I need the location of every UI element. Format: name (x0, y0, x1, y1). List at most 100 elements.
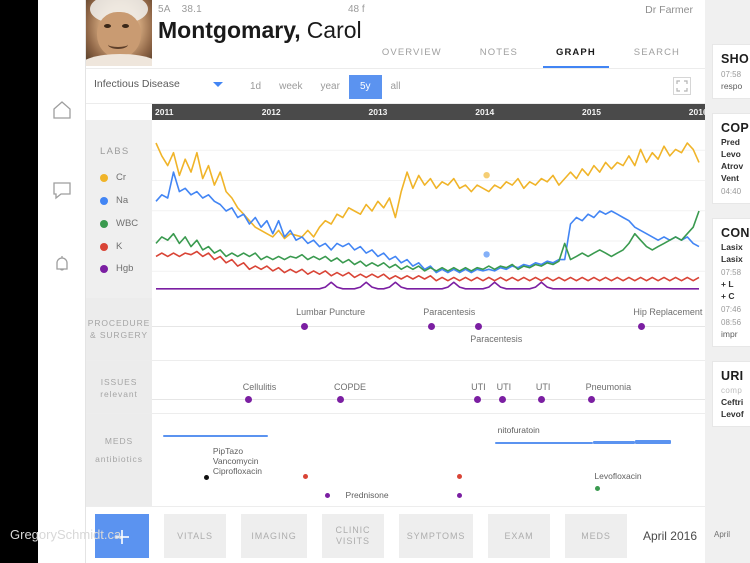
med-duration-bar[interactable] (635, 440, 670, 444)
data-point-marker[interactable] (483, 172, 489, 178)
year-tick-2011: 2011 (155, 107, 173, 117)
procedure-label-line2: & SURGERY (86, 330, 152, 340)
range-5y[interactable]: 5y (349, 75, 382, 99)
chat-icon[interactable] (50, 178, 74, 202)
med-event-dot[interactable] (595, 486, 600, 491)
med-duration-bar[interactable] (495, 442, 593, 444)
right-panel-line: + L (721, 279, 750, 289)
right-panel-line: 07:58 (721, 70, 750, 79)
bottom-chip-clinic-visits[interactable]: CLINICVISITS (322, 514, 384, 558)
procedure-surgery-section: PROCEDURE & SURGERY Lumbar PunctureParac… (86, 298, 705, 360)
filter-dropdown[interactable]: Infectious Disease (94, 78, 223, 90)
procedure-event-dot[interactable] (475, 323, 482, 330)
med-label-line: nitofuratoin (498, 425, 540, 435)
bell-icon[interactable] (50, 252, 74, 276)
med-event-dot[interactable] (204, 475, 209, 480)
range-year[interactable]: year (311, 76, 348, 98)
legend-dot-k (100, 243, 108, 251)
bottom-chip-imaging[interactable]: IMAGING (241, 514, 307, 558)
med-event-dot[interactable] (325, 493, 330, 498)
right-panel-card-heading: COP (721, 121, 750, 135)
right-panel-card[interactable]: COPPredLevoAtrovVent04:40 (712, 113, 750, 204)
issue-event-dot[interactable] (538, 396, 545, 403)
right-panel-line: Lasix (721, 254, 750, 264)
right-panel-card[interactable]: URIcompCeftriLevof (712, 361, 750, 427)
issue-event-dot[interactable] (588, 396, 595, 403)
issue-event-dot[interactable] (245, 396, 252, 403)
legend-label-na: Na (116, 195, 128, 206)
issue-event-dot[interactable] (474, 396, 481, 403)
left-rail (38, 0, 86, 563)
issues-label-line2: relevant (86, 389, 152, 399)
right-panel-date: April (714, 530, 730, 539)
issues-timeline: CellulitisCOPDEUTIUTIUTIPneumonia (152, 361, 705, 413)
labs-plot-area (152, 120, 705, 298)
current-date-label: April 2016 (643, 529, 697, 543)
bottom-chip-symptoms[interactable]: SYMPTOMS (399, 514, 473, 558)
med-event-dot[interactable] (457, 493, 462, 498)
legend-item-cr[interactable]: Cr (100, 172, 126, 183)
year-tick-2012: 2012 (262, 107, 281, 117)
right-panel-card[interactable]: SHO07:58respo (712, 44, 750, 99)
avatar (86, 0, 152, 66)
bottom-chip-meds[interactable]: MEDS (565, 514, 627, 558)
right-panel-card[interactable]: CONLasixLasix07:58+ L+ C07:4608:56impr (712, 218, 750, 347)
med-label-line: PipTazo (213, 446, 262, 456)
range-all[interactable]: all (382, 76, 410, 98)
patient-header: 5A38.1 48 f Dr Farmer Montgomary,Carol O… (86, 0, 705, 68)
legend-item-k[interactable]: K (100, 241, 122, 252)
issues-label: ISSUES relevant (86, 361, 152, 413)
right-panel-line: Levo (721, 149, 750, 159)
home-icon[interactable] (50, 98, 74, 122)
med-event-dot[interactable] (303, 474, 308, 479)
time-range-group: 1d week year 5y all (241, 69, 410, 105)
procedure-event-dot[interactable] (428, 323, 435, 330)
procedure-event-label: Paracentesis (470, 334, 522, 344)
legend-item-hgb[interactable]: Hgb (100, 263, 133, 274)
bottom-chip-label: IMAGING (251, 531, 296, 542)
issue-event-dot[interactable] (337, 396, 344, 403)
tab-overview[interactable]: OVERVIEW (363, 42, 461, 68)
legend-item-na[interactable]: Na (100, 195, 128, 206)
meds-label-line1: MEDS (86, 436, 152, 446)
issue-event-dot[interactable] (499, 396, 506, 403)
right-panel-line: Ceftri (721, 397, 750, 407)
range-week[interactable]: week (270, 76, 311, 98)
med-event-label: PipTazoVancomycinCiprofloxacin (213, 446, 262, 476)
legend-dot-cr (100, 174, 108, 182)
watermark: GregorySchmidt.ca (10, 527, 121, 542)
right-panel-line: 07:58 (721, 268, 750, 277)
page-title: Montgomary,Carol (158, 17, 362, 44)
timeline-year-axis: 201120122013201420152016 (152, 104, 705, 120)
procedure-event-dot[interactable] (301, 323, 308, 330)
right-panel-card-heading: CON (721, 226, 750, 240)
data-point-marker[interactable] (483, 251, 489, 257)
tab-notes[interactable]: NOTES (461, 42, 537, 68)
procedure-timeline: Lumbar PunctureParacentesisParacentesisH… (152, 298, 705, 360)
bottom-chip-label: CLINICVISITS (336, 525, 371, 547)
fullscreen-icon[interactable] (673, 77, 691, 95)
labs-graph: 201120122013201420152016 LABS CrNaWBCKHg… (86, 104, 705, 298)
med-event-dot[interactable] (457, 474, 462, 479)
issue-event-label: Cellulitis (243, 382, 277, 392)
legend-item-wbc[interactable]: WBC (100, 218, 138, 229)
chip-label-line: MEDS (581, 531, 611, 542)
patient-temperature: 38.1 (182, 4, 202, 15)
issues-label-line1: ISSUES (86, 377, 152, 387)
tab-graph[interactable]: GRAPH (537, 42, 615, 68)
tab-search[interactable]: SEARCH (615, 42, 699, 68)
issue-event-label: COPDE (334, 382, 366, 392)
med-duration-bar[interactable] (593, 441, 635, 444)
range-1d[interactable]: 1d (241, 76, 270, 98)
med-label-line: Levofloxacin (594, 471, 641, 481)
legend-label-hgb: Hgb (116, 263, 133, 274)
right-panel-card-heading: SHO (721, 52, 750, 66)
bottom-chip-vitals[interactable]: VITALS (164, 514, 226, 558)
bottom-chip-exam[interactable]: EXAM (488, 514, 550, 558)
graph-toolbar: Infectious Disease 1d week year 5y all (86, 68, 705, 104)
procedure-event-dot[interactable] (638, 323, 645, 330)
procedure-surgery-label: PROCEDURE & SURGERY (86, 298, 152, 360)
med-duration-bar[interactable] (163, 435, 268, 437)
meds-timeline: nitofuratoin PipTazoVancomycinCiprofloxac… (152, 414, 705, 510)
labs-legend: LABS CrNaWBCKHgb (86, 120, 152, 298)
